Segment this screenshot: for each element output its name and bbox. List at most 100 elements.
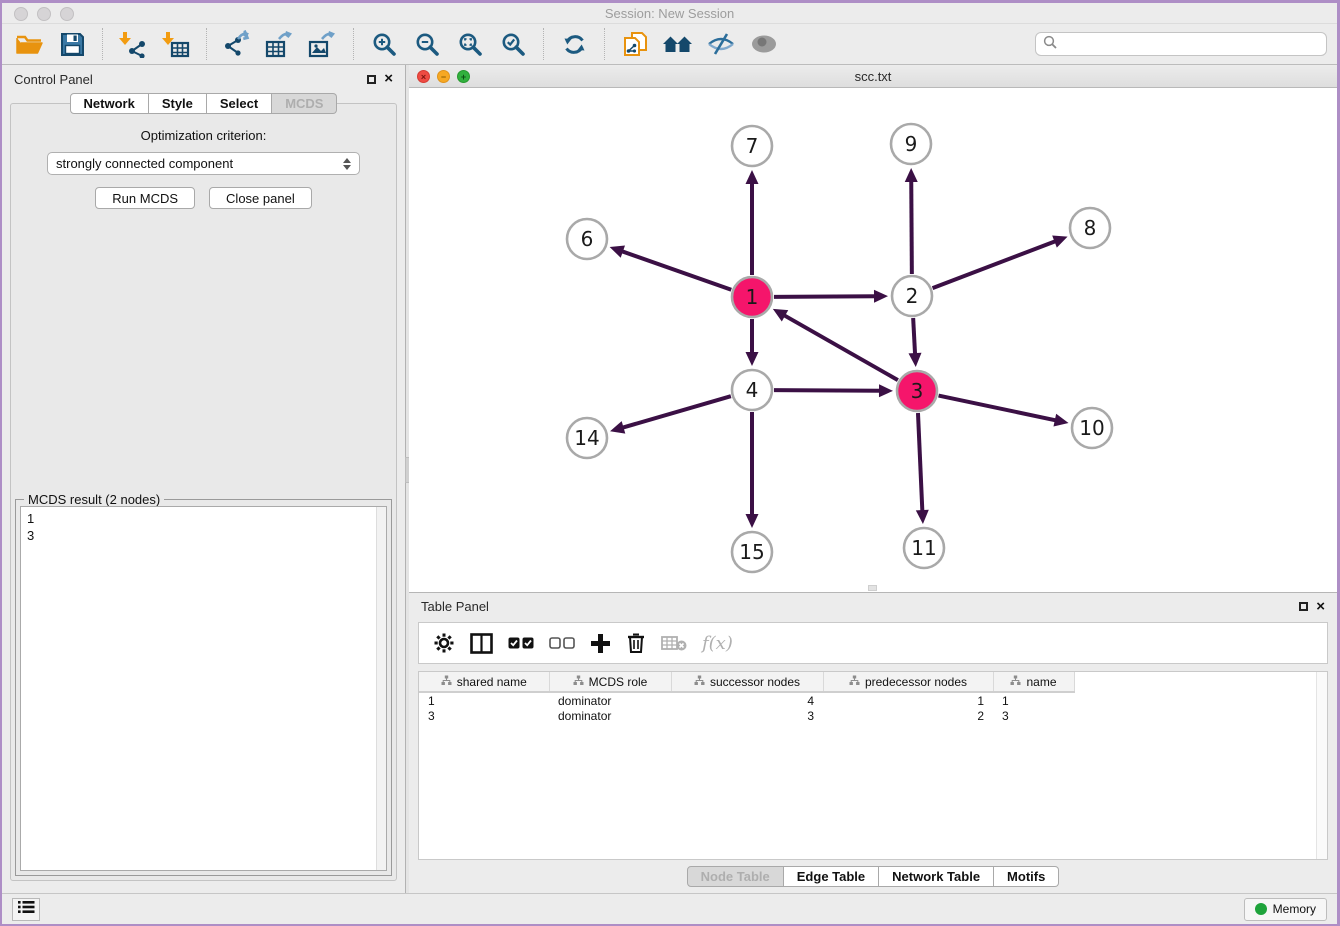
mcds-result-text: 1 3 [21, 507, 376, 870]
graph-node-label-8: 8 [1084, 216, 1097, 240]
tab-motifs[interactable]: Motifs [994, 866, 1059, 887]
network-window-titlebar[interactable]: × − + scc.txt [409, 65, 1337, 88]
column-header-MCDS-role[interactable]: MCDS role [549, 672, 671, 692]
open-session-button[interactable] [12, 28, 46, 60]
graph-edge-1-6[interactable] [621, 251, 731, 290]
deselect-all-icon[interactable] [549, 637, 575, 649]
network-maximize-button[interactable]: + [457, 70, 470, 83]
tab-node-table[interactable]: Node Table [687, 866, 784, 887]
toolbar-separator [604, 28, 605, 60]
graph-edge-4-14[interactable] [622, 396, 731, 428]
export-table-icon [265, 30, 295, 58]
function-builder-icon[interactable]: f(x) [702, 633, 733, 654]
zoom-fit-button[interactable] [453, 28, 487, 60]
delete-icon[interactable] [626, 632, 646, 654]
column-header-successor-nodes[interactable]: successor nodes [671, 672, 823, 692]
graph-node-label-14: 14 [574, 426, 599, 450]
hide-details-icon [707, 32, 735, 56]
app-window: Session: New Session Cont [2, 3, 1337, 924]
gear-icon[interactable] [433, 632, 455, 654]
zoom-in-icon [372, 32, 397, 57]
close-panel-icon[interactable]: × [384, 73, 393, 85]
hide-details-button[interactable] [704, 28, 738, 60]
show-details-button[interactable] [747, 28, 781, 60]
edge-arrowhead-icon [916, 510, 929, 524]
main-toolbar [2, 24, 1337, 65]
table-panel-title: Table Panel [421, 599, 489, 614]
edge-arrowhead-icon [610, 421, 625, 433]
graph-edge-2-9[interactable] [911, 180, 912, 274]
close-table-panel-icon[interactable]: × [1316, 601, 1325, 613]
sort-key-icon [849, 675, 860, 689]
column-header-name[interactable]: name [993, 672, 1074, 692]
memory-status-icon [1255, 903, 1267, 915]
export-network-button[interactable] [220, 28, 254, 60]
table-scrollbar[interactable] [1316, 672, 1327, 859]
column-header-predecessor-nodes[interactable]: predecessor nodes [823, 672, 993, 692]
tab-select[interactable]: Select [207, 93, 272, 114]
tab-network-table[interactable]: Network Table [879, 866, 994, 887]
float-panel-icon[interactable] [367, 75, 376, 84]
canvas-resize-grip[interactable] [868, 585, 877, 591]
table-panel: Table Panel × f(x) [409, 593, 1337, 893]
tab-mcds[interactable]: MCDS [272, 93, 337, 114]
tab-style[interactable]: Style [149, 93, 207, 114]
maximize-window-button[interactable] [60, 7, 74, 21]
import-table-button[interactable] [159, 28, 193, 60]
clone-network-button[interactable] [618, 28, 652, 60]
run-mcds-button[interactable]: Run MCDS [95, 187, 195, 209]
tab-network[interactable]: Network [70, 93, 149, 114]
search-input[interactable] [1062, 37, 1319, 51]
graph-edge-3-1[interactable] [783, 315, 898, 380]
home-button[interactable] [661, 28, 695, 60]
minimize-window-button[interactable] [37, 7, 51, 21]
graph-edge-2-8[interactable] [933, 241, 1057, 288]
network-minimize-button[interactable]: − [437, 70, 450, 83]
close-window-button[interactable] [14, 7, 28, 21]
add-icon[interactable] [590, 633, 611, 654]
optimization-criterion-select[interactable]: strongly connected component [47, 152, 360, 175]
sort-key-icon [441, 675, 452, 689]
graph-edge-2-3[interactable] [913, 318, 915, 355]
task-history-button[interactable] [12, 898, 40, 921]
column-header-shared-name[interactable]: shared name [419, 672, 549, 692]
delete-table-icon[interactable] [661, 635, 687, 651]
status-bar: Memory [2, 893, 1337, 924]
graph-edge-3-11[interactable] [918, 413, 922, 512]
graph-edge-3-10[interactable] [939, 396, 1057, 421]
columns-icon[interactable] [470, 633, 493, 654]
export-network-icon [223, 30, 251, 58]
tab-edge-table[interactable]: Edge Table [784, 866, 879, 887]
import-network-button[interactable] [116, 28, 150, 60]
network-canvas[interactable]: 7968124310141511 [409, 88, 1337, 592]
zoom-in-button[interactable] [367, 28, 401, 60]
memory-button[interactable]: Memory [1244, 898, 1327, 921]
refresh-button[interactable] [557, 28, 591, 60]
select-all-icon[interactable] [508, 637, 534, 649]
zoom-out-button[interactable] [410, 28, 444, 60]
control-panel: Control Panel × Network Style Select MCD… [2, 65, 405, 893]
toolbar-separator [206, 28, 207, 60]
table-row[interactable]: 3dominator323 [419, 708, 1074, 724]
export-table-button[interactable] [263, 28, 297, 60]
graph-edge-1-2[interactable] [774, 296, 876, 297]
result-scrollbar[interactable] [376, 507, 386, 870]
edge-arrowhead-icon [909, 353, 922, 367]
close-panel-button[interactable]: Close panel [209, 187, 312, 209]
node-table[interactable]: shared nameMCDS rolesuccessor nodesprede… [419, 672, 1075, 724]
float-table-panel-icon[interactable] [1299, 602, 1308, 611]
search-field[interactable] [1035, 32, 1327, 56]
network-close-button[interactable]: × [417, 70, 430, 83]
save-session-button[interactable] [55, 28, 89, 60]
table-row[interactable]: 1dominator411 [419, 692, 1074, 708]
network-canvas-svg: 7968124310141511 [409, 88, 1337, 592]
export-image-button[interactable] [306, 28, 340, 60]
title-bar[interactable]: Session: New Session [2, 3, 1337, 24]
graph-node-label-10: 10 [1079, 416, 1104, 440]
zoom-selected-button[interactable] [496, 28, 530, 60]
toolbar-separator [102, 28, 103, 60]
home-icon [662, 32, 694, 56]
graph-edge-4-3[interactable] [774, 390, 881, 391]
edge-arrowhead-icon [879, 384, 893, 397]
import-table-icon [162, 30, 190, 58]
